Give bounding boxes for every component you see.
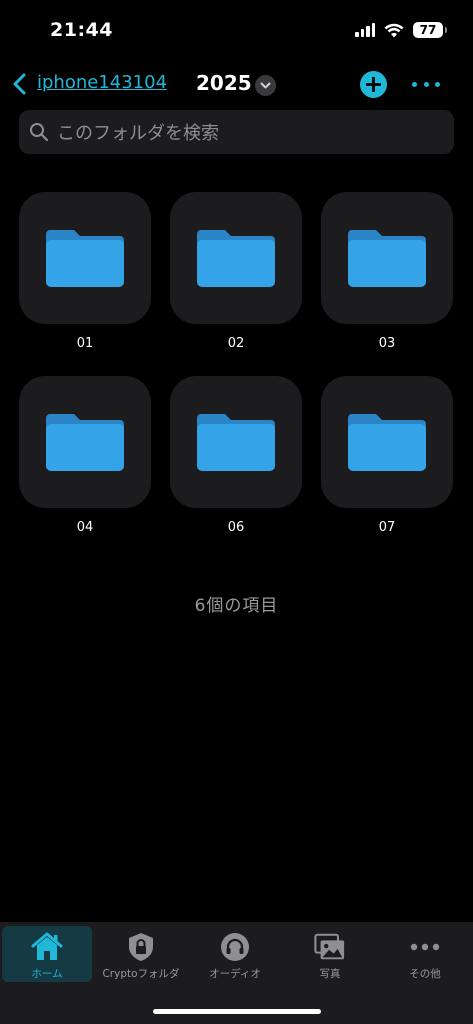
folder-label: 01	[76, 336, 94, 351]
title-dropdown-button[interactable]	[255, 75, 276, 96]
back-link[interactable]: iphone143104	[37, 72, 167, 93]
battery-icon: 77	[413, 22, 447, 38]
folder-tile[interactable]	[19, 192, 151, 324]
lock-shield-icon	[125, 932, 157, 962]
dot	[412, 81, 417, 87]
tab-more[interactable]: その他	[380, 926, 470, 982]
tab-label: 写真	[319, 968, 341, 980]
tab-home[interactable]: ホーム	[2, 926, 92, 982]
dot	[423, 81, 429, 87]
screen: 21:44 77 iphone143104 2025 このフォルダを検索 01 …	[0, 0, 473, 1024]
folder-label: 03	[378, 336, 396, 351]
folder-item[interactable]: 02	[170, 192, 302, 351]
folder-label: 07	[378, 520, 396, 535]
folder-tile[interactable]	[321, 192, 453, 324]
page-title[interactable]: 2025	[196, 71, 252, 95]
tab-label: ホーム	[31, 968, 63, 980]
folder-tile[interactable]	[170, 192, 302, 324]
folder-item[interactable]: 07	[321, 376, 453, 535]
folder-icon	[46, 230, 124, 287]
folder-icon	[46, 414, 124, 471]
chevron-down-icon	[260, 82, 271, 88]
folder-icon	[197, 230, 275, 287]
folder-icon	[348, 230, 426, 287]
status-icons: 77	[355, 22, 447, 38]
folder-label: 04	[76, 520, 94, 535]
folder-label: 06	[227, 520, 245, 535]
more-options-button[interactable]	[412, 76, 440, 92]
folder-item[interactable]: 06	[170, 376, 302, 535]
tab-label: オーディオ	[209, 968, 261, 980]
plus-icon	[366, 77, 381, 92]
headphones-icon	[219, 932, 251, 962]
search-placeholder: このフォルダを検索	[57, 123, 219, 144]
add-button[interactable]	[360, 71, 387, 98]
dot	[435, 81, 440, 87]
folder-icon	[197, 414, 275, 471]
folder-item[interactable]: 04	[19, 376, 151, 535]
folder-icon	[348, 414, 426, 471]
photos-icon	[314, 932, 346, 962]
home-icon	[31, 932, 63, 962]
folder-tile[interactable]	[19, 376, 151, 508]
chevron-left-icon[interactable]	[10, 72, 30, 96]
nav-bar: iphone143104 2025	[0, 62, 473, 106]
search-input[interactable]: このフォルダを検索	[19, 110, 454, 154]
status-bar: 21:44 77	[0, 0, 473, 62]
wifi-icon	[384, 23, 404, 37]
item-count: 6個の項目	[194, 596, 279, 616]
tab-photos[interactable]: 写真	[285, 926, 375, 982]
status-time: 21:44	[50, 19, 113, 41]
cellular-signal-icon	[355, 23, 375, 37]
search-icon	[30, 123, 49, 142]
folder-item[interactable]: 03	[321, 192, 453, 351]
tab-audio[interactable]: オーディオ	[190, 926, 280, 982]
tab-crypto-folder[interactable]: Cryptoフォルダ	[96, 926, 186, 982]
tab-label: その他	[409, 968, 441, 980]
tab-label: Cryptoフォルダ	[102, 968, 180, 980]
folder-tile[interactable]	[321, 376, 453, 508]
folder-label: 02	[227, 336, 245, 351]
folder-item[interactable]: 01	[19, 192, 151, 351]
more-dots-icon	[409, 932, 441, 962]
home-indicator	[153, 1009, 321, 1014]
folder-tile[interactable]	[170, 376, 302, 508]
